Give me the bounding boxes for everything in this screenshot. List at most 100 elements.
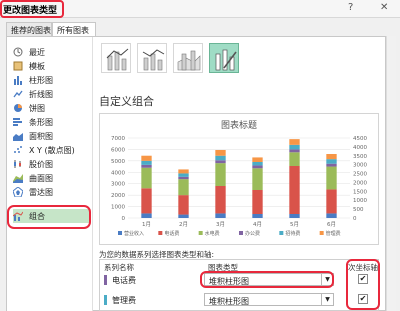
legend-label: 营业收入 bbox=[124, 230, 144, 237]
bar-segment bbox=[326, 154, 337, 160]
right-axis-tick-label: 1500 bbox=[353, 189, 367, 195]
sidebar-item-column[interactable]: 柱形图 bbox=[13, 73, 89, 87]
area-column-icon bbox=[177, 50, 201, 71]
legend-label: 招待费 bbox=[285, 230, 300, 237]
sidebar-item-pie[interactable]: 饼图 bbox=[13, 101, 89, 115]
template-icon bbox=[13, 61, 23, 71]
bar-segment bbox=[141, 160, 152, 165]
x-axis-tick-label: 6月 bbox=[327, 221, 336, 228]
subtype-custom-combo[interactable] bbox=[209, 43, 239, 73]
legend-label: 水电费 bbox=[205, 230, 220, 237]
series-name: 电话费 bbox=[112, 276, 136, 285]
bar-segment bbox=[141, 167, 152, 189]
column-chart-icon bbox=[14, 76, 22, 85]
right-axis-tick-label: 0 bbox=[353, 216, 357, 222]
legend-swatch bbox=[158, 231, 163, 235]
x-axis-tick-label: 2月 bbox=[179, 221, 188, 228]
chevron-down-icon[interactable]: ▼ bbox=[321, 294, 333, 305]
bar-segment bbox=[289, 152, 300, 166]
bar-chart-icon bbox=[13, 118, 22, 126]
bar-segment bbox=[215, 163, 226, 186]
sidebar-item-radar[interactable]: 雷达图 bbox=[13, 185, 89, 199]
sidebar-item-surface[interactable]: 曲面图 bbox=[13, 171, 89, 185]
bar-segment bbox=[326, 213, 337, 218]
x-axis-tick-label: 3月 bbox=[216, 221, 225, 228]
chart-preview: 图表标题 7000 6000 5000 4000 3000 2000 1000 0 4500 400… bbox=[99, 113, 379, 245]
right-axis-tick-label: 2000 bbox=[353, 180, 367, 186]
x-axis-tick-label: 5月 bbox=[290, 221, 299, 228]
x-axis-tick-label: 4月 bbox=[253, 221, 262, 228]
combo-heading: 自定义组合 bbox=[99, 95, 154, 108]
subtype-column-line-secondary[interactable] bbox=[137, 43, 167, 73]
sidebar-item-label: 最近 bbox=[29, 48, 45, 57]
bar-segment bbox=[252, 157, 263, 162]
sidebar-item-label: X Y (散点图) bbox=[29, 146, 75, 155]
bar-segment bbox=[178, 195, 189, 215]
bar-segment bbox=[252, 162, 263, 166]
scatter-chart-icon bbox=[14, 146, 22, 153]
bar-segment bbox=[141, 213, 152, 218]
close-button[interactable]: ✕ bbox=[380, 2, 388, 13]
chart-type-highlight-oval bbox=[200, 271, 334, 288]
bar-segment bbox=[215, 150, 226, 156]
legend-label: 管理费 bbox=[326, 230, 341, 237]
sidebar-item-template[interactable]: 模板 bbox=[13, 59, 89, 73]
sidebar-item-label: 面积图 bbox=[29, 132, 53, 141]
bar-segment bbox=[215, 186, 226, 214]
tab-recommended-charts[interactable]: 推荐的图表 bbox=[6, 22, 52, 36]
left-axis-tick-label: 6000 bbox=[111, 147, 125, 153]
help-button[interactable]: ? bbox=[348, 2, 353, 13]
chart-type-value: 堆积柱形图 bbox=[209, 297, 249, 306]
right-axis-tick-label: 4500 bbox=[353, 136, 367, 142]
bar-segment bbox=[178, 173, 189, 177]
column-line-secondary-icon bbox=[142, 49, 165, 71]
subtype-area-column[interactable] bbox=[173, 43, 203, 73]
left-axis-tick-label: 5000 bbox=[111, 159, 125, 165]
left-axis-tick-label: 2000 bbox=[111, 193, 125, 199]
bar-segment bbox=[141, 164, 152, 168]
left-axis-tick-label: 1000 bbox=[111, 205, 125, 211]
dialog-body: 最近 模板 柱形图 折线图 饼图 条形图 面积图 X Y (散点图) 股价图 曲… bbox=[6, 36, 386, 311]
series-color-swatch bbox=[104, 275, 107, 285]
bar-segment bbox=[141, 155, 152, 161]
scrollbar[interactable] bbox=[386, 36, 396, 311]
bar-segment bbox=[326, 159, 337, 164]
bar-segment bbox=[326, 163, 337, 167]
chart-settings-panel: 自定义组合 图表标题 7000 6000 5000 4000 3000 2000 1000 0 4… bbox=[95, 37, 385, 311]
bar-segment bbox=[289, 144, 300, 150]
stock-chart-icon bbox=[14, 160, 21, 168]
subtype-clustered-column-line[interactable] bbox=[101, 43, 131, 73]
radar-chart-icon bbox=[13, 187, 23, 197]
sidebar-item-label: 柱形图 bbox=[29, 76, 53, 85]
right-axis-tick-label: 500 bbox=[353, 207, 364, 213]
legend-swatch bbox=[319, 231, 324, 235]
series-name: 管理费 bbox=[112, 296, 136, 305]
bar-segment bbox=[178, 176, 189, 180]
pie-chart-icon bbox=[14, 104, 22, 112]
chart-title: 图表标题 bbox=[221, 119, 257, 131]
legend-label: 办公费 bbox=[245, 230, 260, 237]
surface-chart-icon bbox=[13, 174, 23, 183]
tab-all-charts[interactable]: 所有图表 bbox=[52, 22, 96, 36]
sidebar-item-line[interactable]: 折线图 bbox=[13, 87, 89, 101]
sidebar-item-bar[interactable]: 条形图 bbox=[13, 115, 89, 129]
left-axis-tick-label: 3000 bbox=[111, 182, 125, 188]
title-highlight-oval bbox=[0, 0, 64, 18]
sidebar-item-scatter[interactable]: X Y (散点图) bbox=[13, 143, 89, 157]
sidebar-item-recent[interactable]: 最近 bbox=[13, 45, 89, 59]
secondary-axis-highlight-oval bbox=[346, 259, 380, 310]
right-axis-tick-label: 2500 bbox=[353, 172, 367, 178]
bar-segment bbox=[289, 139, 300, 145]
bar-segment bbox=[215, 160, 226, 164]
right-axis-tick-label: 3000 bbox=[353, 163, 367, 169]
left-axis-tick-label: 7000 bbox=[111, 136, 125, 142]
title-bar: 更改图表类型 ? ✕ bbox=[0, 0, 400, 18]
bar-segment bbox=[326, 189, 337, 214]
bar-segment bbox=[252, 165, 263, 169]
sidebar-item-label: 饼图 bbox=[29, 104, 45, 113]
sidebar-item-area[interactable]: 面积图 bbox=[13, 129, 89, 143]
line-chart-icon bbox=[13, 90, 23, 98]
chart-type-select[interactable]: 堆积柱形图 ▼ bbox=[204, 293, 334, 306]
sidebar-item-stock[interactable]: 股价图 bbox=[13, 157, 89, 171]
legend-swatch bbox=[279, 231, 284, 235]
